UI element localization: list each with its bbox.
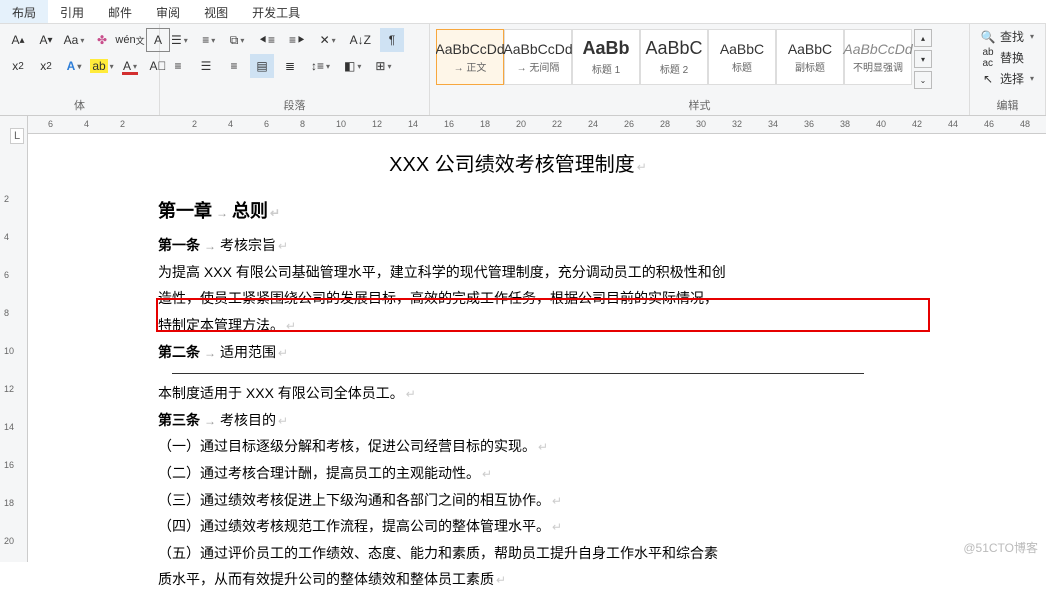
align-center-button[interactable]: ☰	[194, 54, 218, 78]
font-color-button[interactable]: A▾	[118, 54, 142, 78]
style-heading1[interactable]: AaBb 标题 1	[572, 29, 640, 85]
menu-devtools[interactable]: 开发工具	[240, 0, 312, 23]
align-justify-button[interactable]: ▤	[250, 54, 274, 78]
phonetic-guide-button[interactable]: wén文	[118, 28, 142, 52]
ribbon: A▴ A▾ Aa▾ ✤ wén文 A x2 x2 A▾ ab▾ A▾ A⃝ 体 …	[0, 24, 1046, 116]
find-button[interactable]: 🔍 查找▾	[976, 26, 1039, 47]
document-page[interactable]: XXX 公司绩效考核管理制度↵ 第一章→总则↵ 第一条→考核宗旨↵ 为提高 XX…	[158, 146, 878, 593]
change-case-button[interactable]: Aa▾	[62, 28, 86, 52]
find-icon: 🔍	[980, 29, 996, 45]
align-left-button[interactable]: ≡	[166, 54, 190, 78]
font-group-label: 体	[6, 95, 153, 113]
ruler-tab-l[interactable]: L	[10, 128, 24, 144]
line-spacing-button[interactable]: ↕≡▾	[306, 54, 335, 78]
styles-expand[interactable]: ⌄	[914, 71, 932, 89]
chapter-heading: 第一章→总则↵	[158, 194, 878, 228]
styles-group-label: 样式	[436, 95, 963, 113]
show-marks-button[interactable]: ¶	[380, 28, 404, 52]
distribute-button[interactable]: ≣	[278, 54, 302, 78]
style-nospacing[interactable]: AaBbCcDd → 无间隔	[504, 29, 572, 85]
menu-mailings[interactable]: 邮件	[96, 0, 144, 23]
font-shrink-button[interactable]: A▾	[34, 28, 58, 52]
borders-button[interactable]: ⊞▾	[370, 54, 396, 78]
paragraph-group: ☰▾ ≡▾ ⧉▾ ⯇≡ ≡⯈ ✕▾ A↓Z ¶ ≡ ☰ ≡ ▤ ≣ ↕≡▾ ◧▾…	[160, 24, 430, 115]
decrease-indent-button[interactable]: ⯇≡	[253, 28, 280, 52]
align-right-button[interactable]: ≡	[222, 54, 246, 78]
font-group: A▴ A▾ Aa▾ ✤ wén文 A x2 x2 A▾ ab▾ A▾ A⃝ 体	[0, 24, 160, 115]
replace-button[interactable]: abac 替换	[976, 47, 1039, 68]
sort-button[interactable]: A↓Z	[345, 28, 376, 52]
style-normal[interactable]: AaBbCcDd → 正文	[436, 29, 504, 85]
horizontal-rule	[172, 373, 864, 374]
font-grow-button[interactable]: A▴	[6, 28, 30, 52]
increase-indent-button[interactable]: ≡⯈	[284, 28, 311, 52]
menu-layout[interactable]: 布局	[0, 0, 48, 23]
select-icon: ↖	[980, 71, 996, 87]
highlight-button[interactable]: ab▾	[90, 54, 114, 78]
bullets-button[interactable]: ☰▾	[166, 28, 193, 52]
style-subtle-emphasis[interactable]: AaBbCcDd 不明显强调	[844, 29, 912, 85]
watermark: @51CTO博客	[963, 539, 1038, 556]
text-effects-button[interactable]: A▾	[62, 54, 86, 78]
select-button[interactable]: ↖ 选择▾	[976, 68, 1039, 89]
shading-button[interactable]: ◧▾	[339, 54, 366, 78]
editing-group-label: 编辑	[976, 95, 1039, 113]
superscript-button[interactable]: x2	[34, 54, 58, 78]
editing-group: 🔍 查找▾ abac 替换 ↖ 选择▾ 编辑	[970, 24, 1046, 115]
menu-review[interactable]: 审阅	[144, 0, 192, 23]
styles-group: AaBbCcDd → 正文 AaBbCcDd → 无间隔 AaBb 标题 1 A…	[430, 24, 970, 115]
horizontal-ruler[interactable]: 6422468101214161820222426283032343638404…	[28, 116, 1046, 134]
doc-title: XXX 公司绩效考核管理制度↵	[158, 146, 878, 184]
clear-format-button[interactable]: ✤	[90, 28, 114, 52]
multilevel-button[interactable]: ⧉▾	[225, 28, 250, 52]
styles-gallery: AaBbCcDd → 正文 AaBbCcDd → 无间隔 AaBb 标题 1 A…	[436, 26, 963, 95]
vertical-ruler[interactable]: L 2468101214161820	[0, 116, 28, 562]
menu-references[interactable]: 引用	[48, 0, 96, 23]
annotation-box	[156, 298, 930, 332]
replace-icon: abac	[980, 50, 996, 66]
style-subtitle[interactable]: AaBbC 副标题	[776, 29, 844, 85]
asian-layout-button[interactable]: ✕▾	[315, 28, 341, 52]
numbering-button[interactable]: ≡▾	[197, 28, 221, 52]
subscript-button[interactable]: x2	[6, 54, 30, 78]
style-title[interactable]: AaBbC 标题	[708, 29, 776, 85]
menu-view[interactable]: 视图	[192, 0, 240, 23]
paragraph-group-label: 段落	[166, 95, 423, 113]
style-heading2[interactable]: AaBbC 标题 2	[640, 29, 708, 85]
workspace: L 2468101214161820 642246810121416182022…	[0, 116, 1046, 562]
styles-scroll-up[interactable]: ▴	[914, 29, 932, 47]
styles-scroll-down[interactable]: ▾	[914, 50, 932, 68]
menu-bar: 布局 引用 邮件 审阅 视图 开发工具	[0, 0, 1046, 24]
document-area[interactable]: 6422468101214161820222426283032343638404…	[28, 116, 1046, 562]
